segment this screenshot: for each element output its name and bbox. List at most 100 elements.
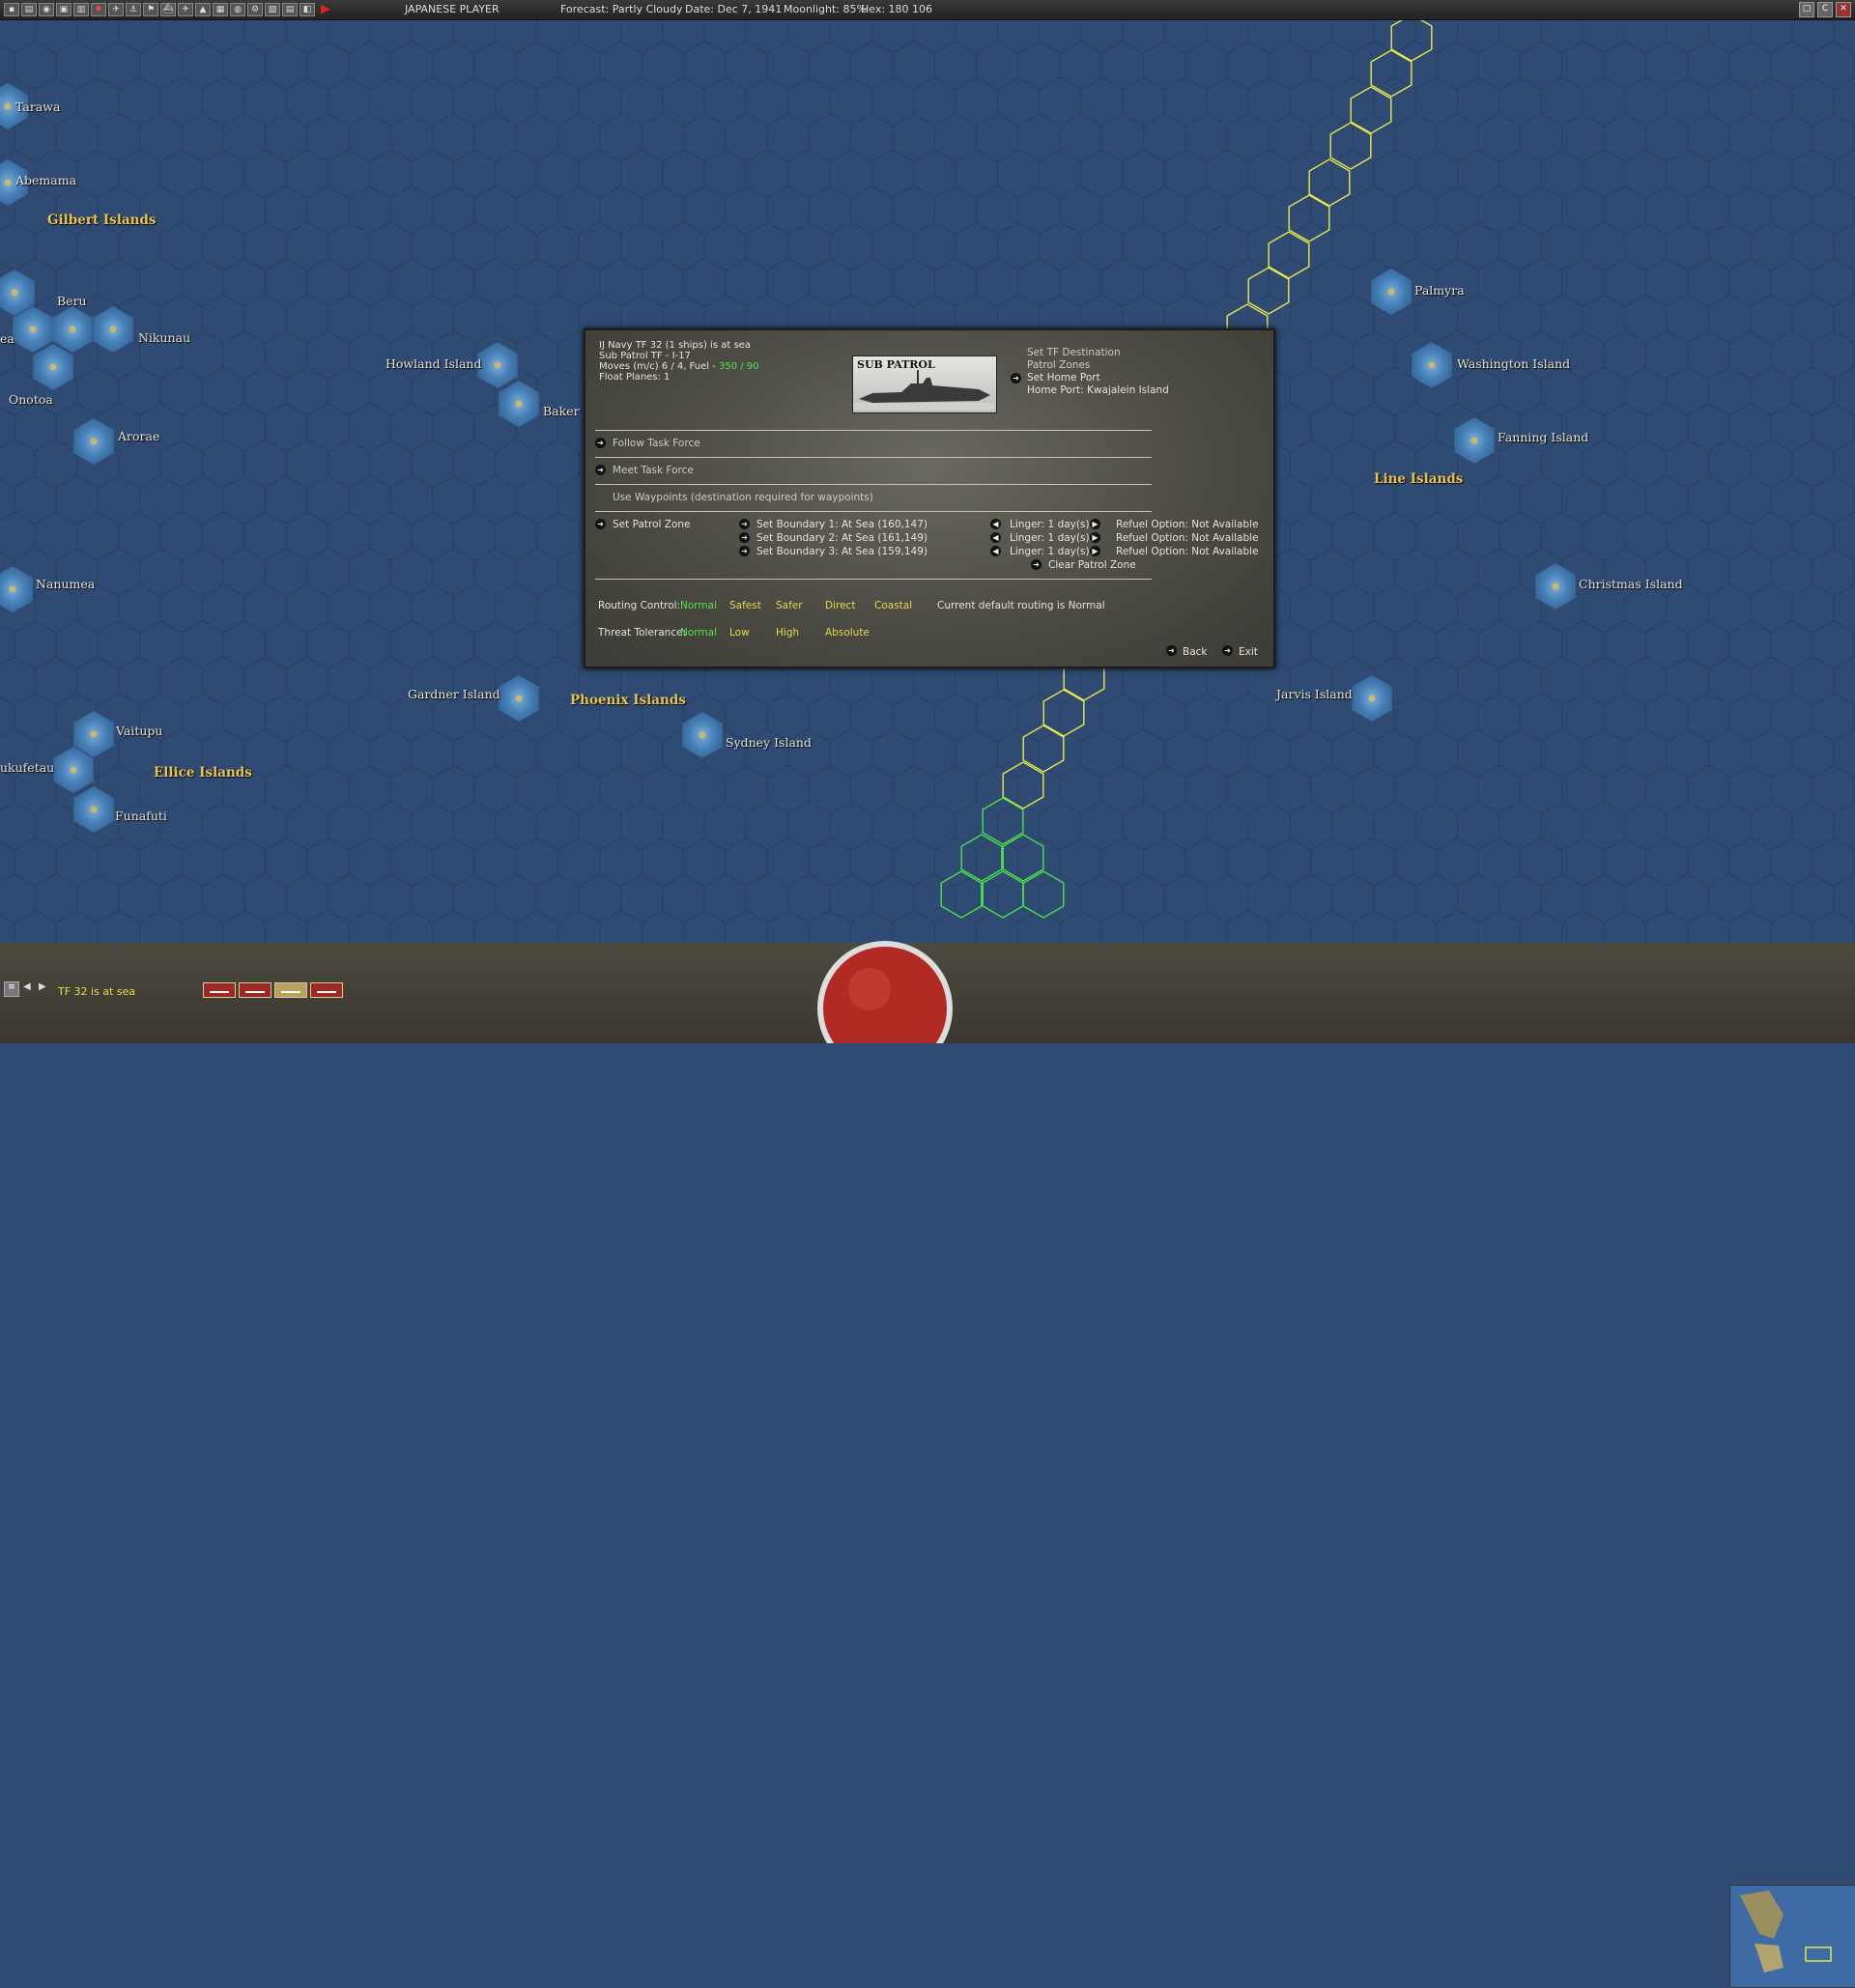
island-dot	[699, 731, 706, 739]
meet-tf-arrow-icon[interactable]: ➜	[595, 465, 606, 475]
linger-value: Linger: 1 day(s)	[1010, 519, 1090, 530]
patrol-zones-link[interactable]: Patrol Zones	[1027, 359, 1090, 371]
naval-icon[interactable]: ⚓	[126, 3, 141, 16]
label-gardner: Gardner Island	[408, 687, 500, 701]
rising-sun-emblem	[817, 941, 953, 1043]
alert-icon[interactable]: ✸	[91, 3, 106, 16]
list-icon[interactable]: ▥	[73, 3, 89, 16]
minimap[interactable]	[1729, 1885, 1855, 1988]
tf-mission: Sub Patrol TF - I-17	[599, 351, 691, 361]
threat-high-option[interactable]: High	[776, 627, 799, 639]
set-boundary-link[interactable]: Set Boundary 1: At Sea (160,147)	[756, 519, 928, 530]
label-tarawa: Tarawa	[15, 99, 61, 114]
routing-safer-option[interactable]: Safer	[776, 600, 803, 611]
set-patrol-zone-link[interactable]: Set Patrol Zone	[613, 519, 691, 530]
settings-small-icon[interactable]: C	[1817, 2, 1833, 17]
island-dot	[4, 102, 12, 110]
stats-icon[interactable]: ▤	[282, 3, 298, 16]
prev-unit-icon[interactable]: ◀	[23, 981, 31, 992]
routing-safest-option[interactable]: Safest	[729, 600, 761, 611]
exit-arrow-icon[interactable]: ➜	[1222, 645, 1233, 656]
label-palmyra: Palmyra	[1414, 283, 1465, 298]
use-waypoints-link[interactable]: Use Waypoints (destination required for …	[613, 492, 873, 503]
sub-patrol-image: SUB PATROL	[852, 355, 997, 413]
routing-normal-option[interactable]: Normal	[680, 600, 717, 611]
meet-task-force-link[interactable]: Meet Task Force	[613, 465, 694, 476]
exit-button[interactable]: Exit	[1239, 646, 1258, 658]
threat-normal-option[interactable]: Normal	[680, 627, 717, 639]
settings-icon[interactable]: ⚙	[247, 3, 263, 16]
linger-decrease-icon[interactable]: ◀	[990, 546, 1001, 556]
island-dot	[70, 766, 77, 774]
clear-patrol-zone-arrow-icon[interactable]: ➜	[1031, 559, 1042, 570]
boundary-arrow-icon[interactable]: ➜	[739, 532, 750, 543]
linger-increase-icon[interactable]: ▶	[1090, 546, 1100, 556]
label-gilbert-islands: Gilbert Islands	[47, 213, 157, 228]
linger-increase-icon[interactable]: ▶	[1090, 532, 1100, 543]
info-icon[interactable]: ▧	[265, 3, 280, 16]
label-abemama: Abemama	[15, 173, 77, 187]
back-button[interactable]: Back	[1183, 646, 1208, 658]
flag-icon[interactable]: ⚑	[143, 3, 158, 16]
next-unit-icon[interactable]: ▶	[39, 981, 46, 992]
set-boundary-link[interactable]: Set Boundary 3: At Sea (159,149)	[756, 546, 928, 557]
routing-direct-option[interactable]: Direct	[825, 600, 855, 611]
restore-icon[interactable]: ▢	[1799, 2, 1814, 17]
ship-slot[interactable]	[310, 982, 343, 998]
fuel-value: 350 / 90	[719, 361, 759, 372]
label-ellice-islands: Ellice Islands	[154, 765, 252, 781]
report-icon[interactable]: ▤	[21, 3, 37, 16]
routing-coastal-option[interactable]: Coastal	[874, 600, 912, 611]
ground-icon[interactable]: ▲	[195, 3, 211, 16]
end-turn-play-icon[interactable]: ▶	[321, 3, 334, 16]
linger-decrease-icon[interactable]: ◀	[990, 532, 1001, 543]
refuel-option[interactable]: Refuel Option: Not Available	[1116, 519, 1259, 530]
threat-absolute-option[interactable]: Absolute	[825, 627, 870, 639]
air-icon[interactable]: ✈	[108, 3, 124, 16]
island-dot	[9, 585, 16, 593]
label-onotoa: Onotoa	[9, 392, 53, 407]
set-home-port-arrow-icon[interactable]: ➜	[1011, 373, 1021, 383]
set-tf-destination-link[interactable]: Set TF Destination	[1027, 347, 1121, 358]
ship-icon[interactable]: ⛴	[160, 3, 176, 16]
refuel-option[interactable]: Refuel Option: Not Available	[1116, 546, 1259, 557]
divider	[595, 430, 1152, 431]
base-icon[interactable]: ◉	[39, 3, 54, 16]
set-patrol-zone-arrow-icon[interactable]: ➜	[595, 519, 606, 529]
follow-task-force-link[interactable]: Follow Task Force	[613, 438, 700, 449]
label-phoenix-islands: Phoenix Islands	[570, 693, 686, 708]
boundary-arrow-icon[interactable]: ➜	[739, 546, 750, 556]
ship-slot[interactable]	[203, 982, 236, 998]
linger-decrease-icon[interactable]: ◀	[990, 519, 1001, 529]
island-dot	[4, 179, 12, 186]
island-dot	[90, 730, 98, 738]
linger-increase-icon[interactable]: ▶	[1090, 519, 1100, 529]
routing-control-label: Routing Control:	[598, 600, 681, 611]
clear-patrol-zone-link[interactable]: Clear Patrol Zone	[1048, 559, 1136, 571]
list-toggle-icon[interactable]: ≡	[4, 981, 19, 997]
plane-icon[interactable]: ✈	[178, 3, 193, 16]
boundary-arrow-icon[interactable]: ➜	[739, 519, 750, 529]
island-dot	[49, 363, 57, 371]
map-icon[interactable]: ◧	[300, 3, 315, 16]
ship-slot[interactable]	[274, 982, 307, 998]
label-christmas: Christmas Island	[1579, 577, 1683, 591]
refuel-option[interactable]: Refuel Option: Not Available	[1116, 532, 1259, 544]
ship-slot[interactable]	[239, 982, 271, 998]
set-boundary-link[interactable]: Set Boundary 2: At Sea (161,149)	[756, 532, 928, 544]
unit-icon[interactable]: ▦	[213, 3, 228, 16]
close-icon[interactable]: ✕	[1836, 2, 1851, 17]
bottom-bar: ≡ ◀ ▶ TF 32 is at sea	[0, 941, 1855, 1988]
label-howland: Howland Island	[385, 356, 482, 371]
follow-tf-arrow-icon[interactable]: ➜	[595, 438, 606, 448]
minimap-view	[1740, 1890, 1832, 1973]
menu-icon[interactable]: ▪	[4, 3, 19, 16]
back-arrow-icon[interactable]: ➜	[1166, 645, 1177, 656]
set-home-port-link[interactable]: Set Home Port	[1027, 372, 1100, 383]
label-ea: ea	[0, 331, 14, 346]
threat-low-option[interactable]: Low	[729, 627, 750, 639]
save-icon[interactable]: ▣	[56, 3, 71, 16]
island-dot	[11, 289, 18, 297]
globe-icon[interactable]: ◍	[230, 3, 245, 16]
window-controls: ▢ C ✕	[1799, 2, 1851, 17]
